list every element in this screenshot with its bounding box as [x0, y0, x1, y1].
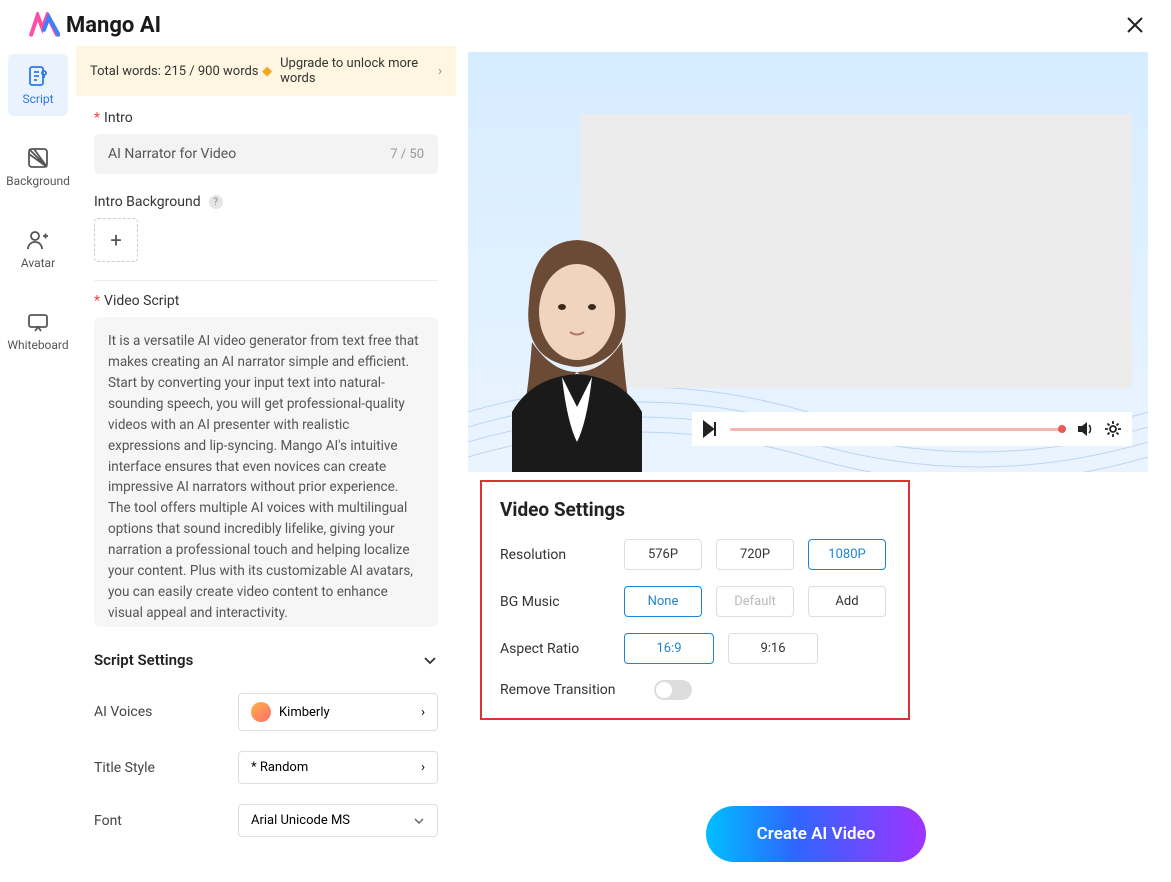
- title-style-label: Title Style: [94, 760, 194, 776]
- chevron-down-icon: [413, 815, 425, 827]
- brand-name: Mango AI: [66, 13, 161, 38]
- resolution-720p[interactable]: 720P: [716, 539, 794, 570]
- diamond-icon: ◆: [262, 64, 272, 79]
- sidebar-item-whiteboard[interactable]: Whiteboard: [8, 300, 68, 362]
- sidebar-item-background[interactable]: Background: [8, 136, 68, 198]
- video-script-label: *Video Script: [94, 293, 438, 309]
- close-button[interactable]: [1123, 13, 1147, 37]
- chevron-right-icon: ›: [421, 760, 425, 775]
- font-label: Font: [94, 813, 194, 829]
- bg-music-default[interactable]: Default: [716, 586, 794, 617]
- video-settings-title: Video Settings: [500, 498, 890, 521]
- intro-input[interactable]: AI Narrator for Video 7 / 50: [94, 134, 438, 174]
- sidebar-item-label: Background: [6, 174, 70, 188]
- title-style-select[interactable]: * Random ›: [238, 751, 438, 784]
- resolution-label: Resolution: [500, 547, 610, 563]
- video-script-label-text: Video Script: [104, 293, 179, 309]
- create-ai-video-button[interactable]: Create AI Video: [706, 806, 926, 862]
- left-panel: Total words: 215 / 900 words ◆ Upgrade t…: [76, 46, 456, 878]
- help-icon[interactable]: ?: [209, 195, 223, 209]
- upgrade-bar[interactable]: Total words: 215 / 900 words ◆ Upgrade t…: [76, 46, 456, 96]
- divider: [94, 280, 438, 281]
- player-bar: [692, 412, 1132, 446]
- sidebar: Script Background Avatar Whiteboard: [0, 46, 76, 878]
- voice-avatar-icon: [251, 702, 271, 722]
- intro-count: 7 / 50: [390, 147, 424, 162]
- play-next-icon[interactable]: [702, 420, 720, 438]
- sidebar-item-label: Script: [22, 92, 53, 106]
- chevron-right-icon: ›: [421, 705, 425, 720]
- right-area: Video Settings Resolution 576P 720P 1080…: [456, 46, 1171, 878]
- word-count: Total words: 215 / 900 words: [90, 64, 262, 79]
- script-icon: [26, 64, 50, 88]
- title-style-value: * Random: [251, 760, 308, 775]
- ai-voices-value: Kimberly: [279, 705, 330, 720]
- aspect-ratio-label: Aspect Ratio: [500, 641, 610, 657]
- background-icon: [26, 146, 50, 170]
- intro-bg-label-text: Intro Background: [94, 194, 201, 210]
- sidebar-item-label: Avatar: [21, 256, 55, 270]
- whiteboard-icon: [26, 310, 50, 334]
- font-select[interactable]: Arial Unicode MS: [238, 804, 438, 837]
- preview-zone: [468, 52, 1148, 472]
- bg-music-none[interactable]: None: [624, 586, 702, 617]
- remove-transition-toggle[interactable]: [654, 680, 692, 700]
- sidebar-item-script[interactable]: Script: [8, 54, 68, 116]
- script-settings-header[interactable]: Script Settings: [94, 645, 438, 683]
- sidebar-item-label: Whiteboard: [7, 338, 68, 352]
- bg-music-label: BG Music: [500, 594, 610, 610]
- intro-bg-label: Intro Background?: [94, 194, 438, 210]
- avatar-icon: [26, 228, 50, 252]
- add-background-button[interactable]: +: [94, 218, 138, 262]
- sidebar-item-avatar[interactable]: Avatar: [8, 218, 68, 280]
- aspect-9-16[interactable]: 9:16: [728, 633, 818, 664]
- avatar-figure: [472, 212, 682, 472]
- volume-icon[interactable]: [1076, 420, 1094, 438]
- font-value: Arial Unicode MS: [251, 813, 350, 828]
- script-settings-title: Script Settings: [94, 651, 193, 669]
- header: Mango AI: [0, 0, 1171, 46]
- chevron-down-icon: [422, 652, 438, 668]
- resolution-1080p[interactable]: 1080P: [808, 539, 886, 570]
- create-button-label: Create AI Video: [757, 824, 876, 844]
- video-settings-panel: Video Settings Resolution 576P 720P 1080…: [480, 480, 910, 720]
- player-thumb[interactable]: [1058, 425, 1066, 433]
- player-track[interactable]: [730, 428, 1066, 431]
- aspect-16-9[interactable]: 16:9: [624, 633, 714, 664]
- logo: Mango AI: [28, 12, 161, 38]
- ai-voices-label: AI Voices: [94, 704, 194, 720]
- close-icon: [1126, 16, 1144, 34]
- script-textarea[interactable]: It is a versatile AI video generator fro…: [94, 317, 438, 627]
- gear-icon[interactable]: [1104, 420, 1122, 438]
- intro-label-text: Intro: [104, 110, 133, 126]
- resolution-576p[interactable]: 576P: [624, 539, 702, 570]
- upgrade-cta: Upgrade to unlock more words: [280, 56, 430, 86]
- bg-music-add[interactable]: Add: [808, 586, 886, 617]
- chevron-right-icon: ›: [438, 64, 442, 79]
- remove-transition-label: Remove Transition: [500, 682, 640, 698]
- intro-label: *Intro: [94, 110, 438, 126]
- ai-voices-select[interactable]: Kimberly ›: [238, 693, 438, 731]
- intro-value: AI Narrator for Video: [108, 146, 236, 162]
- logo-icon: [28, 12, 60, 38]
